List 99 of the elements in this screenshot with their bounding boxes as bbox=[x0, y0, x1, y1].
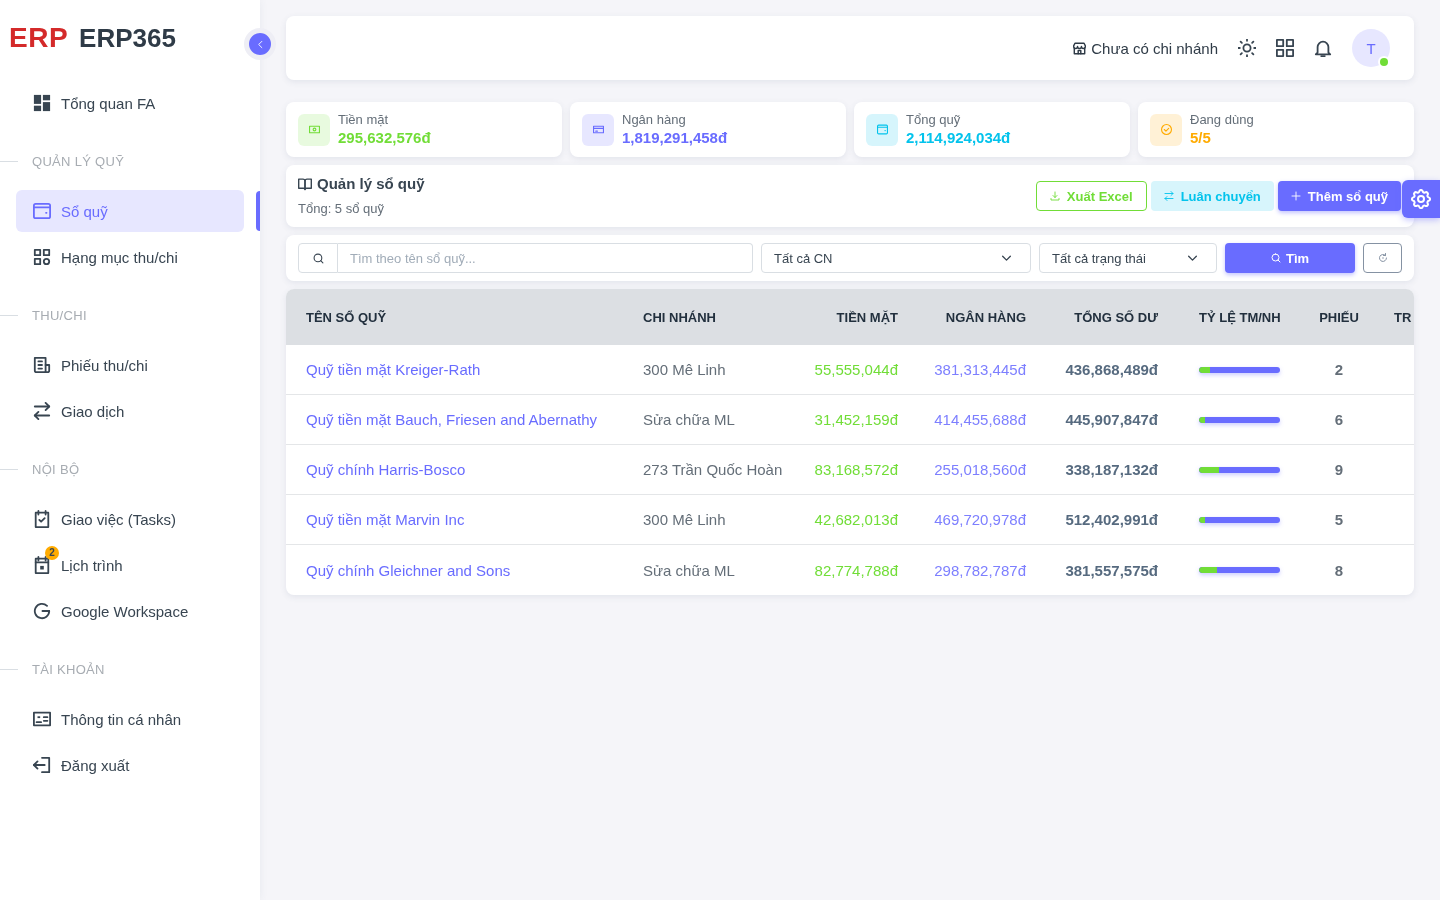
table-cell-text: 2 bbox=[1333, 360, 1345, 380]
search-icon bbox=[1270, 253, 1281, 263]
receipt-icon bbox=[33, 356, 51, 374]
sidebar-item[interactable]: Phiếu thu/chi bbox=[16, 344, 244, 386]
search-button[interactable]: Tìm bbox=[1225, 243, 1355, 273]
chevron-left-icon bbox=[255, 39, 265, 49]
column-header: PHIẾU bbox=[1319, 309, 1359, 325]
book-icon bbox=[298, 177, 312, 191]
sidebar-item[interactable]: Tổng quan FA bbox=[16, 82, 244, 124]
table-cell-text: 42,682,013đ bbox=[813, 510, 899, 530]
table-cell-text: 55,555,044đ bbox=[813, 360, 899, 380]
column-header: NGÂN HÀNG bbox=[945, 309, 1026, 325]
table-cell-text: 381,557,575đ bbox=[1064, 560, 1159, 581]
nav-section-heading: NỘI BỘ bbox=[32, 461, 80, 477]
logo-name: ERP365 bbox=[79, 25, 176, 51]
fund-name-link[interactable]: Quỹ tiền mặt Bauch, Friesen and Abernathy bbox=[306, 411, 597, 428]
table-cell-text: 338,187,132đ bbox=[1064, 460, 1159, 480]
status-filter-select[interactable]: Tất cả trạng thái bbox=[1039, 243, 1217, 273]
fund-name-link[interactable]: Quỹ chính Harris-Bosco bbox=[306, 461, 466, 478]
column-header: TỶ LỆ TM/NH bbox=[1199, 309, 1281, 325]
search-input[interactable]: Tìm theo tên sổ quỹ... bbox=[338, 243, 753, 273]
cash-icon bbox=[298, 113, 330, 146]
branch-filter-select[interactable]: Tất cả CN bbox=[761, 243, 1031, 273]
store-icon bbox=[1073, 41, 1087, 55]
reset-icon bbox=[1377, 253, 1388, 263]
sidebar-item[interactable]: 2 Lịch trình bbox=[16, 544, 244, 586]
panel-subtitle: Tổng: 5 sổ quỹ bbox=[298, 200, 385, 218]
wallet-icon bbox=[33, 202, 51, 220]
logo-mark: ERP bbox=[9, 24, 69, 52]
dashboard-icon bbox=[33, 94, 51, 112]
apps-grid-icon[interactable] bbox=[1276, 39, 1294, 57]
column-header: TỔNG SỐ DƯ bbox=[1074, 309, 1158, 325]
table-cell-text: 445,907,847đ bbox=[1064, 410, 1159, 430]
column-header: TIỀN MẶT bbox=[836, 309, 898, 325]
column-header: CHI NHÁNH bbox=[643, 309, 716, 325]
stat-label: Tiền mặt bbox=[338, 111, 390, 128]
table-cell-text: Sửa chữa ML bbox=[642, 560, 736, 581]
wallet-icon bbox=[866, 113, 898, 146]
column-header: TÊN SỔ QUỸ bbox=[306, 309, 387, 325]
table-cell-text: 469,720,978đ bbox=[933, 510, 1027, 530]
table-cell-text: 414,455,688đ bbox=[933, 410, 1027, 430]
reset-button[interactable] bbox=[1363, 243, 1402, 273]
count-badge: 2 bbox=[45, 546, 59, 560]
calendar-check-icon bbox=[33, 510, 51, 528]
fund-name-link[interactable]: Quỹ chính Gleichner and Sons bbox=[306, 561, 511, 579]
sidebar-item[interactable]: Đăng xuất bbox=[16, 744, 244, 786]
sun-icon[interactable] bbox=[1238, 39, 1256, 57]
stat-label: Ngân hàng bbox=[622, 111, 687, 128]
fund-name-link[interactable]: Quỹ tiền mặt Kreiger-Rath bbox=[306, 361, 481, 378]
sidebar-item[interactable]: Google Workspace bbox=[16, 590, 244, 632]
stat-label: Đang dùng bbox=[1190, 111, 1254, 128]
table-cell-text: 300 Mê Linh bbox=[642, 360, 727, 380]
table-cell-text: 5 bbox=[1333, 510, 1345, 530]
fund-name-link[interactable]: Quỹ tiền mặt Marvin Inc bbox=[306, 511, 465, 528]
table-cell-text: 273 Trần Quốc Hoàn bbox=[642, 460, 784, 480]
table-cell-text: 381,313,445đ bbox=[933, 360, 1027, 380]
column-header: TR bbox=[1394, 309, 1412, 325]
table-cell-text: 512,402,991đ bbox=[1064, 510, 1159, 530]
stat-value: 5/5 bbox=[1190, 128, 1212, 148]
table-cell-text: 9 bbox=[1333, 460, 1345, 480]
active-indicator bbox=[256, 191, 260, 231]
stat-label: Tổng quỹ bbox=[906, 111, 962, 128]
table-cell-text: 31,452,159đ bbox=[813, 410, 899, 430]
notification-bell-icon[interactable] bbox=[1314, 39, 1332, 57]
table-cell-text: Sửa chữa ML bbox=[642, 410, 736, 430]
settings-button[interactable] bbox=[1402, 180, 1440, 218]
panel-title: Quản lý sổ quỹ bbox=[317, 174, 425, 194]
branch-selector[interactable]: Chưa có chi nhánh bbox=[1073, 39, 1218, 57]
stat-value: 2,114,924,034đ bbox=[906, 128, 1011, 148]
table-cell-text: 255,018,560đ bbox=[933, 460, 1027, 480]
id-card-icon bbox=[33, 710, 51, 728]
g-letter-icon bbox=[33, 602, 51, 620]
credit-card-icon bbox=[582, 113, 614, 146]
table-cell-text: 6 bbox=[1333, 410, 1345, 430]
table-cell-text: 82,774,788đ bbox=[813, 560, 899, 581]
nav-section-heading: THU/CHI bbox=[32, 307, 87, 323]
sidebar-item[interactable]: Giao dịch bbox=[16, 390, 244, 432]
table-cell-text: 298,782,787đ bbox=[933, 560, 1027, 581]
calendar-icon bbox=[33, 556, 51, 574]
table-cell-text: 83,168,572đ bbox=[813, 460, 899, 480]
table-cell-text: 436,868,489đ bbox=[1064, 360, 1159, 380]
download-icon bbox=[1049, 191, 1060, 201]
nav-section-heading: TÀI KHOẢN bbox=[32, 661, 105, 677]
nav-section-heading: QUẢN LÝ QUỸ bbox=[32, 153, 125, 169]
action-button[interactable]: Thêm sổ quỹ bbox=[1277, 181, 1401, 211]
swap-arrows-icon bbox=[1163, 191, 1174, 201]
shapes-grid-icon bbox=[33, 248, 51, 266]
swap-arrows-icon bbox=[33, 402, 51, 420]
table-cell-text: 300 Mê Linh bbox=[642, 510, 727, 530]
plus-icon bbox=[1290, 191, 1301, 201]
stat-value: 295,632,576đ bbox=[338, 128, 431, 148]
collapse-sidebar-button[interactable] bbox=[244, 28, 276, 60]
stat-value: 1,819,291,458đ bbox=[622, 128, 728, 148]
sidebar-item[interactable]: Giao việc (Tasks) bbox=[16, 498, 244, 540]
sidebar-item[interactable]: Thông tin cá nhân bbox=[16, 698, 244, 740]
settings-icon bbox=[1411, 189, 1431, 209]
sidebar-item[interactable]: Hạng mục thu/chi bbox=[16, 236, 244, 278]
logout-icon bbox=[33, 756, 51, 774]
table-cell-text: 8 bbox=[1333, 560, 1345, 581]
